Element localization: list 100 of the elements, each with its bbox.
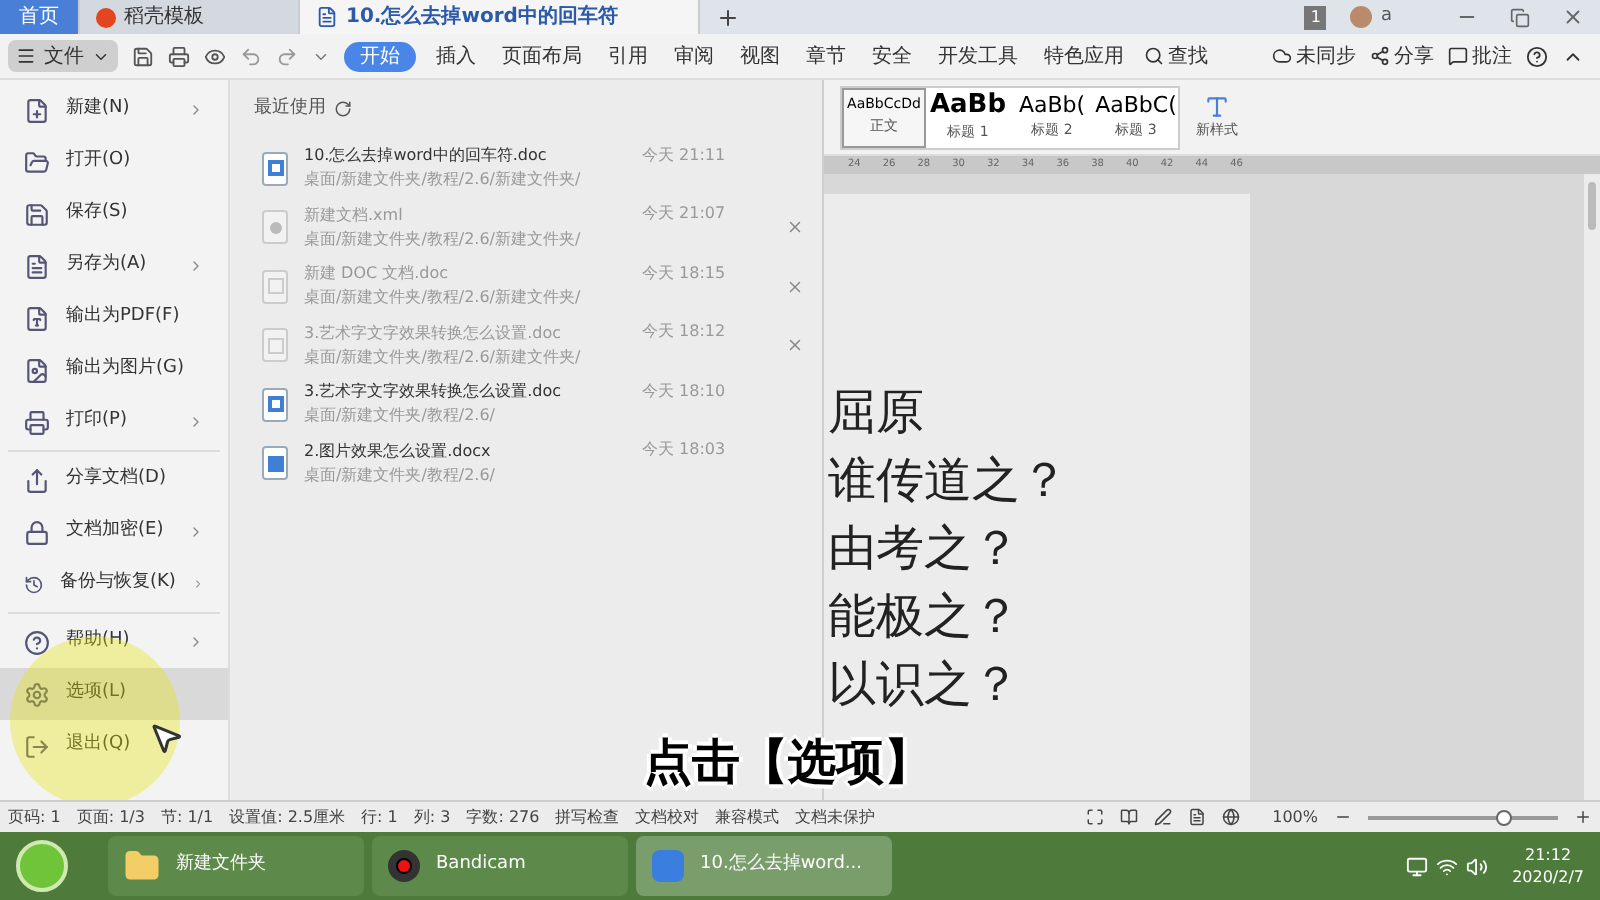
document-icon xyxy=(316,6,338,28)
history-icon xyxy=(24,571,44,597)
document-line: 屈原 xyxy=(828,382,926,444)
file-name: 新建文档.xml xyxy=(304,203,405,228)
preview-icon[interactable] xyxy=(204,45,226,67)
status-item: 页码: 1 xyxy=(8,805,61,829)
word-file-icon xyxy=(262,446,288,481)
status-item: 字数: 276 xyxy=(466,805,540,829)
video-caption: 点击【选项】 xyxy=(644,734,932,790)
status-tool[interactable]: 文档校对 xyxy=(635,805,700,829)
ribbon-tab[interactable]: 页面布局 xyxy=(496,41,588,71)
file-time: 今天 18:15 xyxy=(642,261,728,285)
share-icon xyxy=(1370,46,1390,66)
printer-icon xyxy=(24,409,50,435)
help-icon[interactable] xyxy=(1526,45,1548,67)
menu-icon xyxy=(16,46,36,66)
user-name[interactable]: a xyxy=(1380,3,1392,31)
menu-item[interactable]: 新建(N) xyxy=(0,84,228,136)
menu-item[interactable]: 保存(S) xyxy=(0,188,228,240)
file-path: 桌面/新建文件夹/教程/2.6/新建文件夹/ xyxy=(304,345,583,370)
zoom-in-icon[interactable] xyxy=(1574,808,1592,826)
zoom-thumb[interactable] xyxy=(1496,809,1513,825)
status-tool[interactable]: 兼容模式 xyxy=(715,805,780,829)
document-tab[interactable]: 首页 xyxy=(0,0,80,34)
close-icon[interactable] xyxy=(1562,6,1584,28)
ribbon-tab[interactable]: 开发工具 xyxy=(932,41,1024,71)
remove-icon[interactable] xyxy=(785,218,803,237)
remove-icon[interactable] xyxy=(785,336,803,355)
start-button[interactable] xyxy=(16,840,68,892)
undo-icon[interactable] xyxy=(240,45,262,67)
comment-link[interactable]: 批注 xyxy=(1448,41,1512,71)
scrollbar[interactable] xyxy=(1584,174,1600,800)
recent-file-item[interactable]: 3.艺术字文字效果转换怎么设置.doc 桌面/新建文件夹/教程/2.6/ 今天 18:10 xyxy=(246,375,806,434)
file-time: 今天 18:10 xyxy=(642,379,728,403)
ribbon-tab[interactable]: 视图 xyxy=(734,41,786,71)
ribbon-tab[interactable]: 开始 xyxy=(344,41,416,71)
lock-icon xyxy=(24,519,50,545)
printer-icon[interactable] xyxy=(168,45,190,67)
clock-time[interactable]: 21:12 xyxy=(1525,844,1572,866)
new-tab-icon[interactable] xyxy=(716,5,740,29)
zoom-value[interactable]: 100% xyxy=(1272,805,1318,829)
sync-status[interactable]: 未同步 xyxy=(1272,41,1356,71)
menu-item[interactable]: 输出为图片(G) xyxy=(0,344,228,396)
tray-icon[interactable] xyxy=(1406,855,1429,877)
menu-item[interactable]: 文档加密(E) xyxy=(0,506,228,558)
ribbon-tab[interactable]: 审阅 xyxy=(668,41,720,71)
document-line: 由考之？ xyxy=(828,518,1022,580)
share-link[interactable]: 分享 xyxy=(1370,41,1434,71)
word-file-icon xyxy=(262,151,288,186)
menu-item[interactable]: 打印(P) xyxy=(0,396,228,448)
clock-date[interactable]: 2020/2/7 xyxy=(1512,866,1584,888)
save-icon[interactable] xyxy=(132,45,154,67)
menu-item[interactable]: 分享文档(D) xyxy=(0,454,228,506)
recent-file-item[interactable]: 10.怎么去掉word中的回车符.doc 桌面/新建文件夹/教程/2.6/新建文件夹/ 今天 21:11 xyxy=(246,139,806,198)
search-icon xyxy=(1144,46,1164,66)
fullscreen-icon[interactable] xyxy=(1086,808,1105,826)
file-path: 桌面/新建文件夹/教程/2.6/ xyxy=(304,404,498,429)
template-logo-icon xyxy=(96,7,116,27)
file-menu-button[interactable]: 文件 xyxy=(8,40,118,72)
document-tab[interactable]: 稻壳模板 xyxy=(80,0,300,34)
menu-item[interactable]: 选项(L) xyxy=(0,668,228,720)
ribbon-tab[interactable]: 安全 xyxy=(866,41,918,71)
image-file-icon xyxy=(24,357,50,383)
ribbon-tab[interactable]: 特色应用 xyxy=(1038,41,1130,71)
reading-view-icon[interactable] xyxy=(1120,808,1139,826)
page-view-icon[interactable] xyxy=(1188,808,1207,826)
remove-icon[interactable] xyxy=(785,277,803,296)
menu-item[interactable]: 退出(Q) xyxy=(0,720,228,772)
status-item: 行: 1 xyxy=(361,805,398,829)
taskbar-app[interactable]: Bandicam xyxy=(372,836,628,896)
status-tool[interactable]: 拼写检查 xyxy=(555,805,620,829)
edit-view-icon[interactable] xyxy=(1154,808,1173,826)
taskbar-app[interactable]: 新建文件夹 xyxy=(108,836,364,896)
record-icon xyxy=(388,850,420,882)
redo-icon[interactable] xyxy=(276,45,298,67)
refresh-icon[interactable] xyxy=(334,100,352,119)
volume-icon[interactable] xyxy=(1466,855,1489,877)
menu-item[interactable]: 备份与恢复(K) xyxy=(0,558,228,610)
restore-icon[interactable] xyxy=(1510,7,1530,27)
recent-file-item[interactable]: 2.图片效果怎么设置.docx 桌面/新建文件夹/教程/2.6/ 今天 18:03 xyxy=(246,434,806,493)
wps-app-icon xyxy=(652,850,684,882)
status-tool[interactable]: 文档未保护 xyxy=(795,805,876,829)
menu-item[interactable]: 帮助(H) xyxy=(0,616,228,668)
file-path: 桌面/新建文件夹/教程/2.6/ xyxy=(304,463,498,488)
web-view-icon[interactable] xyxy=(1222,808,1241,826)
menu-item[interactable]: 另存为(A) xyxy=(0,240,228,292)
file-name: 3.艺术字文字效果转换怎么设置.doc xyxy=(304,321,564,346)
find-button[interactable]: 查找 xyxy=(1144,41,1208,71)
ribbon-tab[interactable]: 引用 xyxy=(602,41,654,71)
menu-item[interactable]: 打开(O) xyxy=(0,136,228,188)
document-tab[interactable]: 10.怎么去掉word中的回车符 xyxy=(300,0,700,34)
word-file-icon xyxy=(262,328,288,363)
ribbon-tab[interactable]: 插入 xyxy=(430,41,482,71)
file-path: 桌面/新建文件夹/教程/2.6/新建文件夹/ xyxy=(304,286,583,311)
file-time: 今天 18:03 xyxy=(642,438,728,462)
menu-item[interactable]: 输出为PDF(F) xyxy=(0,292,228,344)
notification-badge[interactable]: 1 xyxy=(1304,5,1327,29)
ribbon-tab[interactable]: 章节 xyxy=(800,41,852,71)
network-icon[interactable] xyxy=(1436,855,1459,877)
file-icon xyxy=(24,253,50,279)
